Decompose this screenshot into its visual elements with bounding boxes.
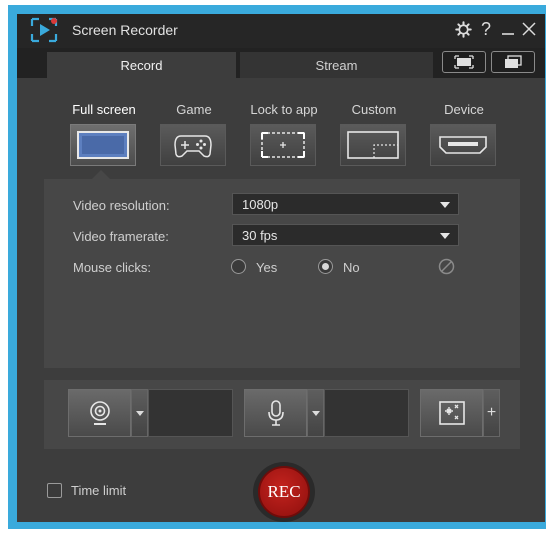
- custom-region-icon: [347, 131, 399, 159]
- chevron-down-icon: [311, 410, 320, 416]
- mode-label-lock-to-app: Lock to app: [250, 102, 318, 117]
- webcam-button[interactable]: [68, 389, 131, 437]
- windowed-view-button[interactable]: [491, 51, 535, 73]
- webcam-dropdown[interactable]: [131, 389, 148, 437]
- webcam-icon: [89, 401, 110, 425]
- mode-label-custom: Custom: [351, 102, 397, 117]
- full-screen-icon: [77, 131, 129, 159]
- video-framerate-select[interactable]: 30 fps: [232, 224, 459, 246]
- time-limit-checkbox[interactable]: [47, 483, 62, 498]
- minimize-icon[interactable]: [498, 19, 518, 39]
- mouse-clicks-yes-label[interactable]: Yes: [256, 260, 277, 275]
- mode-label-device: Device: [444, 102, 484, 117]
- video-resolution-value: 1080p: [242, 196, 279, 212]
- close-icon[interactable]: [519, 19, 539, 39]
- video-resolution-select[interactable]: 1080p: [232, 193, 459, 215]
- gamepad-icon: [174, 135, 212, 158]
- fit-screen-icon: [454, 55, 474, 69]
- mode-lock-to-app-button[interactable]: [250, 124, 316, 166]
- microphone-dropdown[interactable]: [307, 389, 324, 437]
- mode-label-full-screen: Full screen: [72, 102, 136, 117]
- effects-button[interactable]: [420, 389, 483, 437]
- mode-label-game: Game: [176, 102, 212, 117]
- device-icon: [439, 136, 487, 154]
- mouse-clicks-label: Mouse clicks:: [73, 260, 152, 275]
- video-framerate-label: Video framerate:: [73, 229, 169, 244]
- tab-stream[interactable]: Stream: [240, 52, 433, 78]
- microphone-button[interactable]: [244, 389, 307, 437]
- mouse-clicks-no-label[interactable]: No: [343, 260, 360, 275]
- app-logo-icon: [30, 17, 58, 43]
- microphone-slot: [324, 389, 409, 437]
- effects-icon: [438, 401, 465, 425]
- add-effect-button[interactable]: +: [483, 389, 500, 437]
- mode-device-button[interactable]: [430, 124, 496, 166]
- active-mode-pointer: [92, 170, 110, 179]
- microphone-icon: [267, 400, 284, 426]
- gear-icon[interactable]: [453, 19, 473, 39]
- tab-record[interactable]: Record: [47, 52, 236, 78]
- mode-game-button[interactable]: [160, 124, 226, 166]
- fullscreen-view-button[interactable]: [442, 51, 486, 73]
- video-resolution-label: Video resolution:: [73, 198, 170, 213]
- chevron-down-icon: [440, 233, 450, 239]
- mode-custom-button[interactable]: [340, 124, 406, 166]
- mouse-clicks-yes-radio[interactable]: [231, 259, 246, 274]
- windows-icon: [505, 55, 522, 68]
- mode-full-screen-button[interactable]: [70, 124, 136, 166]
- lock-to-app-icon: [261, 132, 305, 158]
- disabled-icon: [438, 258, 455, 275]
- mouse-clicks-no-radio[interactable]: [318, 259, 333, 274]
- time-limit-label[interactable]: Time limit: [71, 483, 126, 498]
- help-icon[interactable]: ?: [476, 19, 496, 39]
- rec-button[interactable]: REC: [258, 466, 310, 518]
- app-title: Screen Recorder: [72, 22, 178, 38]
- chevron-down-icon: [135, 410, 144, 416]
- chevron-down-icon: [440, 202, 450, 208]
- webcam-slot: [148, 389, 233, 437]
- video-framerate-value: 30 fps: [242, 227, 278, 243]
